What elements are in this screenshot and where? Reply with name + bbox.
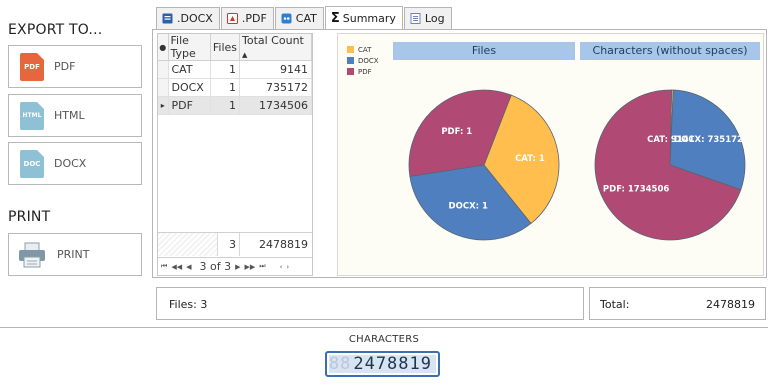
summary-panel: ● File Type Files Total Count ▲ CAT 1 91… (152, 29, 767, 278)
scroll-left-icon[interactable]: ‹ (280, 263, 283, 271)
pdf-tab-icon (226, 13, 238, 24)
cell-files: 1 (210, 78, 241, 97)
tab-pdf-label: .PDF (241, 12, 267, 25)
tab-cat[interactable]: CAT (274, 7, 324, 29)
prev-block-icon[interactable]: ◀◀ (171, 263, 182, 271)
export-pdf-label: PDF (54, 60, 76, 73)
print-title: PRINT (8, 209, 51, 225)
cell-file-type: DOCX (168, 78, 211, 97)
print-button[interactable]: PRINT (8, 233, 142, 276)
tab-log-label: Log (424, 12, 445, 25)
grid-summary-footer: 3 2478819 (158, 232, 312, 256)
tab-summary[interactable]: Σ Summary (324, 6, 403, 30)
pie-charts-svg: CAT: 1DOCX: 1PDF: 1CAT: 9141DOCX: 735172… (408, 89, 746, 241)
last-page-icon[interactable]: ⏭ (259, 262, 265, 271)
scroll-right-icon[interactable]: › (286, 263, 289, 271)
characters-label: CHARACTERS (348, 334, 420, 345)
column-header-total-count[interactable]: Total Count ▲ (239, 34, 312, 61)
total-value: 2478819 (706, 298, 755, 311)
html-file-icon: HTML (20, 101, 44, 130)
current-row-arrow-icon: ▸ (158, 96, 169, 115)
cell-file-type: PDF (168, 96, 211, 115)
footer-total-count: 2478819 (259, 237, 308, 251)
grid-header-row: ● File Type Files Total Count ▲ (158, 34, 312, 61)
table-row[interactable]: CAT 1 9141 (158, 60, 312, 79)
grid-pager: ⏮ ◀◀ ◀ 3 of 3 ▶ ▶▶ ⏭ ‹ › (158, 257, 312, 275)
column-header-file-type[interactable]: File Type (168, 34, 211, 61)
table-row-selected[interactable]: ▸ PDF 1 1734506 (158, 96, 312, 115)
tab-docx[interactable]: .DOCX (156, 7, 220, 29)
pie-slice-label: DOCX: 735172 (674, 135, 743, 145)
export-docx-button[interactable]: DOC DOCX (8, 142, 142, 185)
cat-tab-icon (281, 13, 292, 24)
export-title: EXPORT TO... (8, 22, 103, 38)
cell-file-type: CAT (168, 60, 211, 79)
sort-ascending-icon: ▲ (242, 51, 248, 59)
cell-total-count: 9141 (239, 60, 312, 79)
summary-grid: ● File Type Files Total Count ▲ CAT 1 91… (157, 33, 313, 276)
next-page-icon[interactable]: ▶ (235, 263, 240, 271)
footer-files-count: 3 (218, 233, 240, 256)
row-indicator-header: ● (158, 34, 169, 61)
pie-slice-label: PDF: 1734506 (603, 185, 669, 195)
export-docx-label: DOCX (54, 157, 87, 170)
pie-slice-label: CAT: 1 (515, 154, 545, 164)
pie-slice-label: PDF: 1 (441, 127, 472, 137)
log-tab-icon (410, 13, 421, 24)
tab-bar: .DOCX .PDF CAT Σ Summary Log (156, 6, 453, 30)
prev-page-icon[interactable]: ◀ (186, 263, 191, 271)
export-html-label: HTML (54, 109, 85, 122)
pie-charts-area: CAT DOCX PDF Files Characters (without s… (337, 33, 764, 276)
tab-pdf[interactable]: .PDF (220, 7, 274, 29)
total-label: Total: (600, 298, 630, 311)
files-summary-text: Files: 3 (169, 298, 208, 311)
column-header-files[interactable]: Files (210, 34, 241, 61)
lcd-value: 2478819 (353, 354, 432, 374)
lcd-ghost-digits: 88 (328, 354, 352, 374)
first-page-icon[interactable]: ⏮ (161, 262, 167, 271)
tab-docx-label: .DOCX (177, 12, 213, 25)
export-html-button[interactable]: HTML HTML (8, 94, 142, 137)
printer-icon (17, 241, 47, 269)
pie-slice-label: DOCX: 1 (449, 202, 488, 212)
tab-log[interactable]: Log (403, 7, 452, 29)
cell-files: 1 (210, 60, 241, 79)
docx-file-icon: DOC (20, 149, 44, 178)
tab-summary-label: Summary (342, 12, 396, 25)
cell-total-count: 735172 (239, 78, 312, 97)
cell-files: 1 (210, 96, 241, 115)
docx-tab-icon (162, 13, 173, 24)
files-summary-box: Files: 3 (156, 287, 584, 320)
cell-total-count: 1734506 (239, 96, 312, 115)
divider (0, 327, 768, 328)
pdf-file-icon: PDF (20, 52, 44, 81)
next-block-icon[interactable]: ▶▶ (244, 263, 255, 271)
tab-cat-label: CAT (295, 12, 317, 25)
table-row[interactable]: DOCX 1 735172 (158, 78, 312, 97)
characters-lcd-counter: 88 2478819 (325, 351, 440, 377)
sigma-icon: Σ (330, 11, 340, 26)
print-label: PRINT (57, 248, 90, 261)
total-summary-box: Total: 2478819 (589, 287, 766, 320)
export-pdf-button[interactable]: PDF PDF (8, 45, 142, 88)
pager-position: 3 of 3 (199, 260, 232, 273)
